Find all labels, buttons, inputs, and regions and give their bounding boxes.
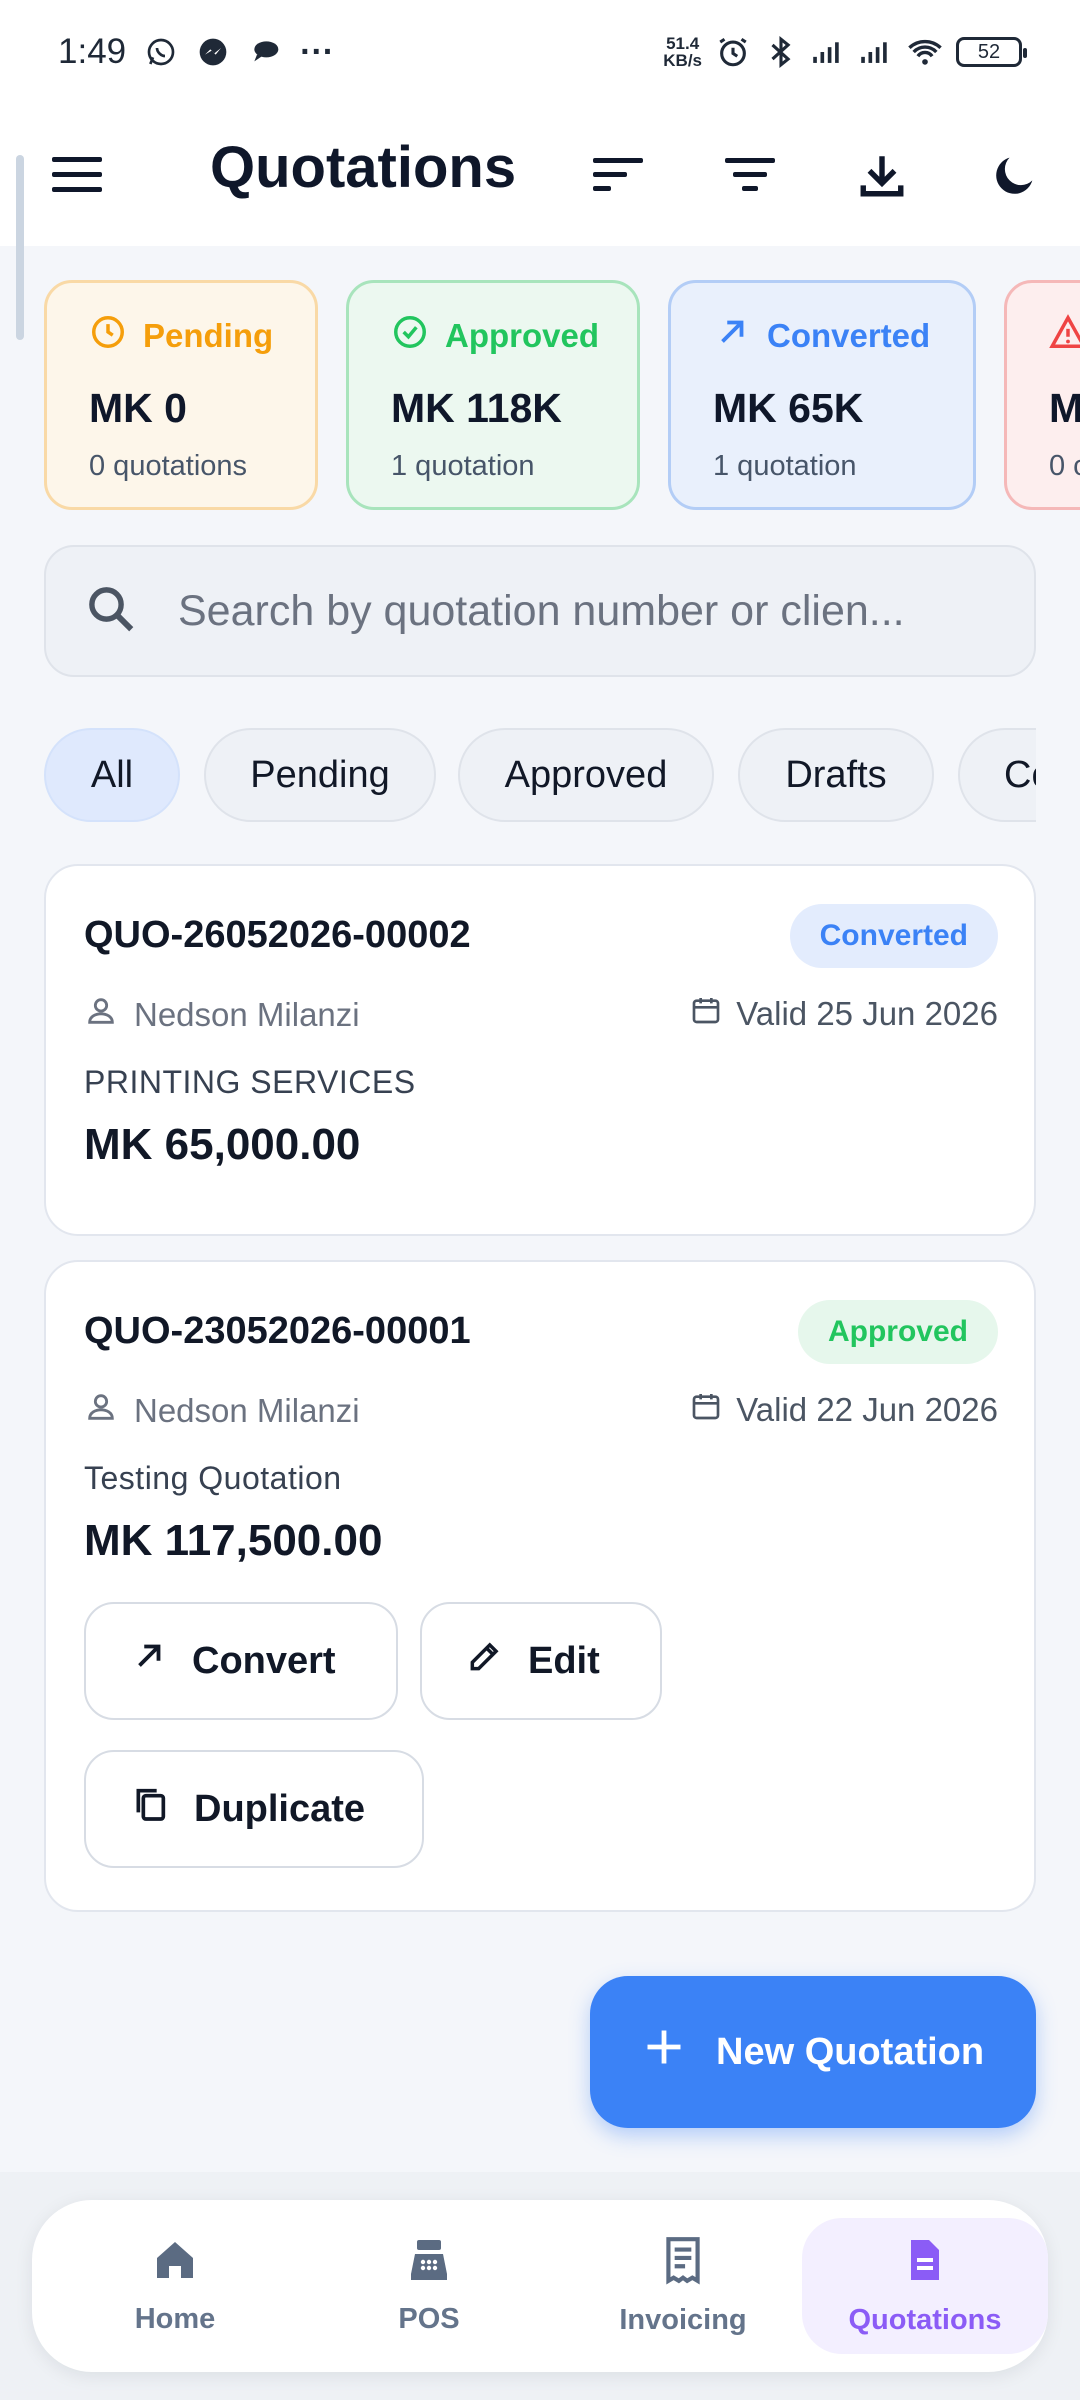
clock-icon	[89, 313, 127, 359]
messenger-icon	[196, 35, 230, 69]
quotation-number: QUO-23052026-00001	[84, 1310, 471, 1352]
duplicate-label: Duplicate	[194, 1787, 366, 1830]
quotation-card[interactable]: QUO-26052026-00002 Converted Nedson Mila…	[44, 864, 1036, 1236]
chip-drafts[interactable]: Drafts	[738, 728, 934, 822]
document-icon	[901, 2235, 949, 2290]
nav-label: Home	[134, 2303, 216, 2335]
nav-quotations[interactable]: Quotations	[802, 2218, 1048, 2354]
arrow-up-right-icon	[713, 313, 751, 359]
stat-amount: MK 65K	[713, 385, 864, 431]
whatsapp-icon	[144, 35, 178, 69]
filter-chips: All Pending Approved Drafts Co	[44, 728, 1036, 824]
receipt-icon	[658, 2235, 708, 2290]
status-badge: Converted	[789, 904, 998, 968]
duplicate-button[interactable]: Duplicate	[84, 1750, 424, 1868]
scrollbar[interactable]	[16, 155, 24, 340]
stat-card-rejected[interactable]: M 0 c	[1004, 280, 1080, 510]
nav-label: Invoicing	[619, 2304, 747, 2336]
more-notifications-icon: ···	[300, 32, 335, 71]
stat-amount: M	[1049, 385, 1080, 431]
new-quotation-label: New Quotation	[716, 2030, 985, 2073]
battery-indicator: 52	[956, 37, 1027, 67]
stat-card-approved[interactable]: Approved MK 118K 1 quotation	[346, 280, 640, 510]
quotation-number: QUO-26052026-00002	[84, 914, 471, 956]
check-circle-icon	[391, 313, 429, 359]
home-icon	[150, 2236, 200, 2289]
valid-date: Valid 25 Jun 2026	[736, 995, 998, 1032]
cash-register-icon	[404, 2236, 454, 2289]
download-icon[interactable]	[847, 140, 917, 210]
summary-cards: Pending MK 0 0 quotations Approved MK 11…	[44, 280, 1080, 512]
person-icon	[84, 994, 118, 1036]
status-bar: 1:49 ··· 51.4 KB/s 52	[0, 0, 1080, 104]
client-name: Nedson Milanzi	[134, 1392, 360, 1429]
quotation-description: PRINTING SERVICES	[84, 1064, 416, 1100]
stat-count: 1 quotation	[391, 450, 535, 482]
client-row: Nedson Milanzi	[84, 994, 360, 1036]
convert-button[interactable]: Convert	[84, 1602, 398, 1720]
filter-icon[interactable]	[715, 140, 785, 210]
search-input[interactable]: Search by quotation number or clien...	[178, 587, 905, 636]
stat-label: Converted	[767, 317, 931, 354]
stat-count: 0 quotations	[89, 450, 248, 482]
stat-label: Pending	[143, 317, 274, 354]
network-speed: 51.4 KB/s	[663, 34, 702, 70]
copy-icon	[130, 1784, 170, 1834]
quotation-card[interactable]: QUO-23052026-00001 Approved Nedson Milan…	[44, 1260, 1036, 1912]
quotation-amount: MK 65,000.00	[84, 1120, 361, 1169]
valid-date: Valid 22 Jun 2026	[736, 1391, 998, 1428]
bluetooth-icon	[764, 35, 798, 69]
page-title: Quotations	[210, 135, 517, 200]
client-row: Nedson Milanzi	[84, 1390, 360, 1432]
stat-card-pending[interactable]: Pending MK 0 0 quotations	[44, 280, 318, 510]
stat-amount: MK 0	[89, 385, 187, 431]
calendar-icon	[690, 994, 722, 1034]
sort-icon[interactable]	[583, 140, 653, 210]
app-bar: Quotations	[0, 104, 1080, 246]
status-time: 1:49	[58, 32, 127, 71]
new-quotation-button[interactable]: New Quotation	[590, 1976, 1036, 2128]
nav-pos[interactable]: POS	[306, 2218, 552, 2354]
nav-label: POS	[398, 2303, 460, 2335]
chat-icon	[248, 35, 282, 69]
client-name: Nedson Milanzi	[134, 996, 360, 1033]
edit-button[interactable]: Edit	[420, 1602, 662, 1720]
alarm-icon	[716, 35, 750, 69]
nav-home[interactable]: Home	[52, 2218, 298, 2354]
wifi-icon	[908, 35, 942, 69]
search-bar[interactable]: Search by quotation number or clien...	[44, 545, 1036, 677]
menu-icon[interactable]	[42, 140, 112, 210]
signal-icon-2	[860, 35, 894, 69]
warning-icon	[1049, 313, 1080, 359]
person-icon	[84, 1390, 118, 1432]
stat-count: 1 quotation	[713, 450, 857, 482]
pencil-icon	[466, 1637, 504, 1685]
bottom-nav: Home POS Invoicing Quotations	[32, 2200, 1048, 2372]
nav-label: Quotations	[848, 2304, 1002, 2336]
arrow-up-right-icon	[130, 1637, 168, 1685]
chip-approved[interactable]: Approved	[458, 728, 714, 822]
quotation-description: Testing Quotation	[84, 1460, 342, 1496]
dark-mode-icon[interactable]	[980, 140, 1050, 210]
chip-converted[interactable]: Co	[958, 728, 1036, 822]
quotation-amount: MK 117,500.00	[84, 1516, 383, 1565]
chip-pending[interactable]: Pending	[204, 728, 436, 822]
convert-label: Convert	[192, 1639, 336, 1682]
stat-card-converted[interactable]: Converted MK 65K 1 quotation	[668, 280, 976, 510]
nav-invoicing[interactable]: Invoicing	[560, 2218, 806, 2354]
plus-icon	[642, 2025, 686, 2079]
edit-label: Edit	[528, 1639, 600, 1682]
chip-all[interactable]: All	[44, 728, 180, 822]
stat-amount: MK 118K	[391, 385, 562, 431]
signal-icon	[812, 35, 846, 69]
status-badge: Approved	[797, 1300, 998, 1364]
search-icon	[84, 582, 138, 641]
calendar-icon	[690, 1390, 722, 1430]
valid-row: Valid 25 Jun 2026	[690, 994, 998, 1034]
valid-row: Valid 22 Jun 2026	[690, 1390, 998, 1430]
stat-count: 0 c	[1049, 450, 1080, 482]
stat-label: Approved	[445, 317, 600, 354]
